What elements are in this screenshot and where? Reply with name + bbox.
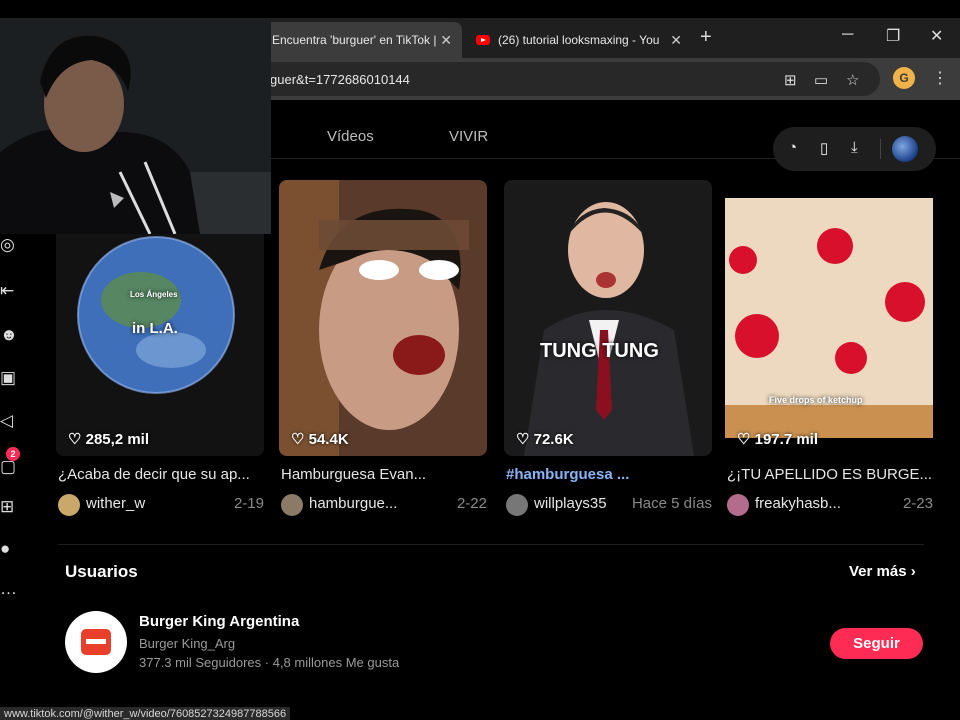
address-bar[interactable]: guer&t=1772686010144 ⊞ ▭ ☆	[250, 62, 880, 96]
close-icon[interactable]: ✕	[440, 32, 452, 49]
likes-value: 285,2 mil	[85, 431, 150, 448]
download-icon[interactable]: ⤓	[851, 139, 858, 156]
author-row[interactable]: wither_w 2-19	[58, 492, 264, 516]
video-overlay-text: TUNG TUNG	[540, 340, 659, 362]
heart-icon: ♡	[68, 431, 86, 448]
window-close-icon[interactable]: ✕	[930, 26, 943, 46]
browser-menu-icon[interactable]: ⋮	[932, 68, 948, 88]
see-more-label: Ver más	[849, 563, 907, 580]
new-tab-icon[interactable]: +	[700, 26, 712, 49]
likes-count: ♡ 72.6K	[516, 430, 574, 448]
likes-count: ♡ 197.7 mil	[737, 430, 818, 448]
likes-total: 4,8 millones Me gusta	[272, 655, 400, 670]
video-overlay-text: in L.A.	[132, 320, 178, 337]
pill-separator	[880, 139, 881, 159]
floating-action-pill: ◔ ▯ ⤓	[773, 127, 936, 171]
avatar[interactable]	[65, 611, 127, 673]
heart-icon: ♡	[737, 431, 755, 448]
explore-icon[interactable]: ◎	[0, 235, 15, 255]
heart-icon: ♡	[516, 431, 534, 448]
followers-count: 377.3 mil Seguidores	[139, 655, 262, 670]
avatar	[281, 494, 303, 516]
video-thumbnail[interactable]: ♡ 54.4K	[279, 180, 487, 456]
map-label: Los Ángeles	[130, 290, 178, 299]
post-date: 2-23	[902, 495, 933, 512]
author-name[interactable]: hamburgue...	[309, 495, 397, 512]
likes-value: 54.4K	[308, 431, 349, 448]
author-name[interactable]: freakyhasb...	[755, 495, 841, 512]
translate-icon[interactable]: ⊞	[784, 71, 797, 89]
section-title: Usuarios	[65, 562, 138, 581]
tab-title: Encuentra 'burguer' en TikTok |	[272, 33, 437, 47]
author-row[interactable]: willplays35 Hace 5 días	[506, 492, 712, 516]
user-handle: Burger King_Arg	[139, 636, 236, 651]
video-thumbnail[interactable]: TUNG TUNG ♡ 72.6K	[504, 180, 712, 456]
video-caption[interactable]: Hamburguesa Evan...	[281, 466, 487, 483]
restore-icon[interactable]: ❐	[886, 26, 900, 46]
user-name[interactable]: Burger King Argentina	[139, 613, 299, 630]
profile-icon[interactable]: ●	[0, 539, 10, 559]
avatar	[506, 494, 528, 516]
minimize-icon[interactable]: ─	[842, 26, 853, 44]
likes-count: ♡ 54.4K	[291, 430, 349, 448]
chevron-right-icon: ›	[910, 563, 916, 580]
history-icon[interactable]: ◔	[788, 139, 797, 156]
avatar	[727, 494, 749, 516]
url-text: guer&t=1772686010144	[270, 72, 410, 87]
section-divider	[58, 544, 924, 545]
youtube-icon	[476, 35, 490, 45]
author-name[interactable]: wither_w	[86, 495, 145, 512]
user-stats: 377.3 mil Seguidores · 4,8 millones Me g…	[139, 655, 399, 670]
extension-icon[interactable]: G	[893, 67, 915, 89]
video-caption[interactable]: ¿Acaba de decir que su ap...	[58, 466, 264, 483]
upload-icon[interactable]: ⊞	[0, 497, 14, 517]
post-date: 2-19	[233, 495, 264, 512]
webcam-person-image	[0, 22, 271, 234]
close-icon[interactable]: ✕	[670, 32, 682, 49]
see-more-link[interactable]: Ver más ›	[849, 563, 916, 580]
video-caption[interactable]: #hamburguesa ...	[506, 466, 712, 483]
tab-title: (26) tutorial looksmaxing - You	[498, 33, 660, 47]
cartoon-man-image	[504, 180, 712, 456]
video-caption[interactable]: ¿¡TU APELLIDO ES BURGE...	[727, 466, 933, 483]
stats-separator: ·	[264, 655, 273, 670]
browser-tab-youtube[interactable]: (26) tutorial looksmaxing - You ✕	[466, 22, 692, 58]
post-date: 2-22	[456, 495, 487, 512]
more-icon[interactable]: …	[0, 579, 17, 599]
author-row[interactable]: hamburgue... 2-22	[281, 492, 487, 516]
post-date: Hace 5 días	[631, 495, 712, 512]
likes-value: 72.6K	[533, 431, 574, 448]
inbox-icon[interactable]: ▢	[0, 457, 16, 477]
profile-avatar[interactable]	[892, 136, 918, 162]
bread-ketchup-image	[725, 180, 933, 456]
following-icon[interactable]: ⇤	[0, 281, 14, 301]
heart-icon: ♡	[291, 431, 309, 448]
friends-icon[interactable]: ☻	[0, 325, 18, 345]
burger-king-logo	[81, 629, 111, 655]
messages-icon[interactable]: ◁	[0, 411, 13, 431]
tab-live[interactable]: VIVIR	[449, 128, 488, 145]
face-image	[279, 180, 487, 456]
likes-count: ♡ 285,2 mil	[68, 430, 149, 448]
avatar	[58, 494, 80, 516]
tab-videos[interactable]: Vídeos	[327, 128, 374, 145]
browser-tab-tiktok[interactable]: Encuentra 'burguer' en TikTok | ✕	[262, 22, 462, 58]
author-row[interactable]: freakyhasb... 2-23	[727, 492, 933, 516]
cast-icon[interactable]: ▭	[814, 71, 828, 89]
live-icon[interactable]: ▣	[0, 368, 16, 388]
likes-value: 197.7 mil	[754, 431, 819, 448]
webcam-overlay	[0, 22, 271, 234]
phone-icon[interactable]: ▯	[820, 139, 828, 157]
video-overlay-text: Five drops of ketchup	[769, 395, 863, 405]
status-url: www.tiktok.com/@wither_w/video/760852732…	[0, 707, 291, 720]
author-name[interactable]: willplays35	[534, 495, 607, 512]
bookmark-star-icon[interactable]: ☆	[846, 71, 859, 89]
follow-button[interactable]: Seguir	[830, 628, 923, 659]
video-thumbnail[interactable]: Five drops of ketchup ♡ 197.7 mil	[725, 180, 933, 456]
